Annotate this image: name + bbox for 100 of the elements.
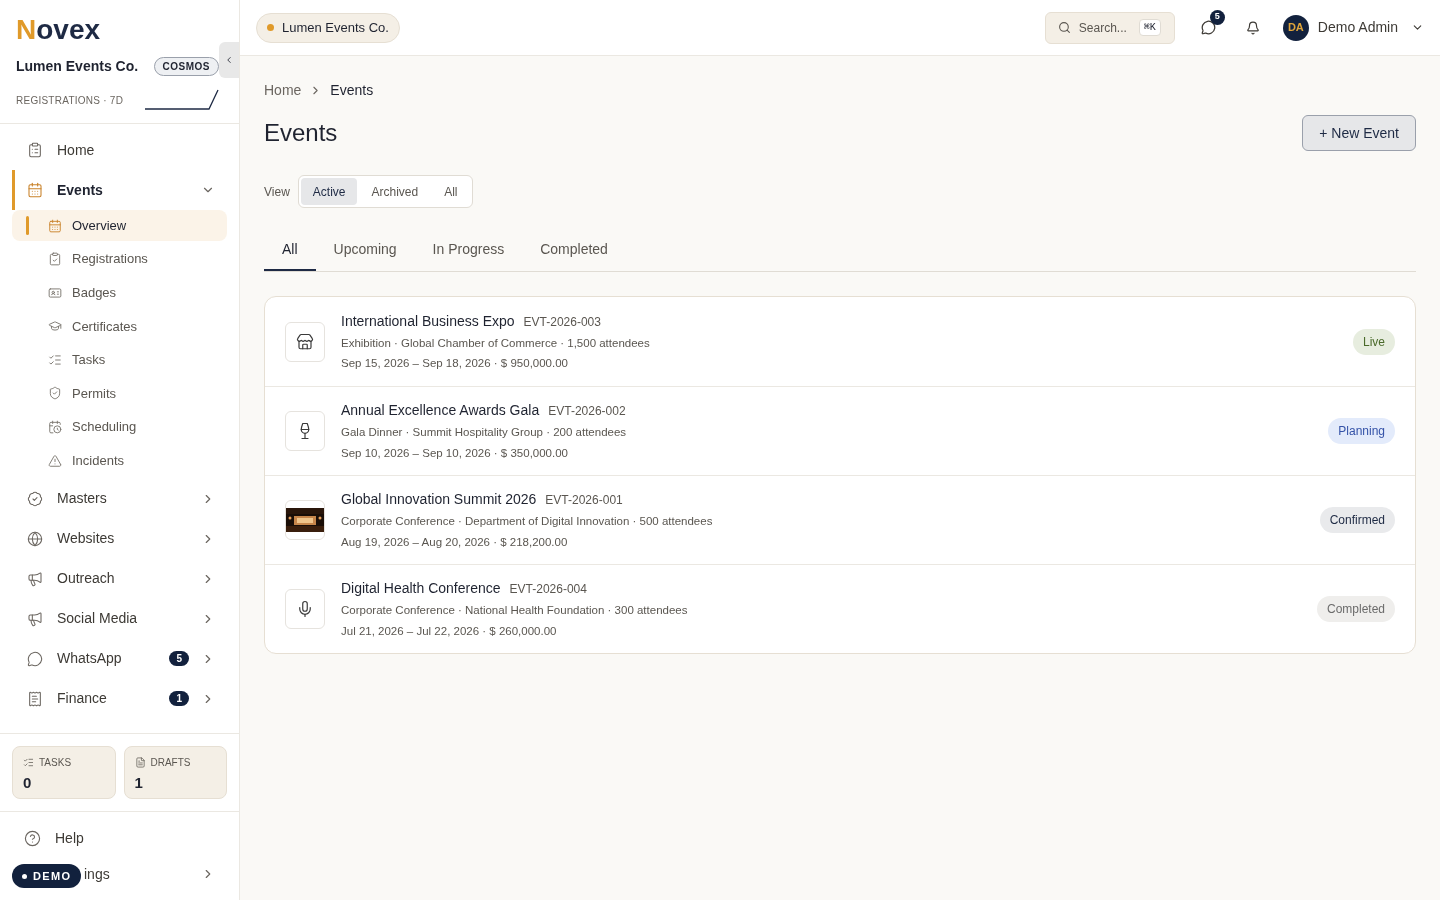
event-details: Gala Dinner · Summit Hospitality Group · 200 attendees: [341, 425, 628, 441]
nav-item[interactable]: Finance 1: [12, 678, 227, 719]
demo-label: DEMO: [33, 868, 72, 884]
nav-label: Masters: [57, 489, 107, 509]
event-dates: Sep 15, 2026 – Sep 18, 2026 · $ 950,000.00: [341, 356, 569, 371]
bell-icon: [1245, 20, 1260, 35]
plan-label: COSMOS: [153, 57, 219, 76]
event-code: EVT-2026-003: [523, 313, 601, 331]
globe-icon: [27, 530, 43, 547]
subnav-label: Overview: [72, 216, 127, 235]
workspace-chip[interactable]: Lumen Events Co.: [256, 12, 400, 43]
chat-icon: [1201, 20, 1217, 35]
nav-label: ings: [84, 864, 110, 884]
subnav-label: Permits: [72, 384, 117, 403]
event-title: Global Innovation Summit 2026: [341, 490, 537, 510]
view-option[interactable]: All: [432, 178, 470, 205]
event-dates: Aug 19, 2026 – Aug 20, 2026 · $ 218,200.00: [341, 534, 569, 550]
breadcrumb-current: Events: [330, 81, 374, 100]
subnav-label: Incidents: [72, 451, 125, 470]
chevron-left-icon: [224, 55, 234, 65]
event-code: EVT-2026-001: [545, 492, 623, 510]
subnav-item[interactable]: Scheduling: [12, 411, 227, 443]
event-title: Annual Excellence Awards Gala: [341, 401, 540, 421]
tab[interactable]: In Progress: [414, 229, 523, 271]
event-code: EVT-2026-002: [548, 403, 626, 421]
microphone-icon: [296, 600, 314, 618]
calendar-icon: [27, 182, 43, 198]
count-badge: 5: [1209, 9, 1225, 25]
graduation-cap-icon: [48, 319, 62, 334]
nav-label: Home: [57, 140, 95, 160]
status-label: Live: [1353, 328, 1395, 355]
status-label: Completed: [1316, 596, 1395, 622]
event-row[interactable]: Annual Excellence Awards Gala EVT-2026-002 Gala Dinner · Summit Hospitality Group · 200 attendees Sep 10, 2026 – Sep 10, 2026 · $ 350,000.00 Planning: [265, 386, 1415, 475]
new-event-button[interactable]: + New Event: [1302, 115, 1416, 151]
tab[interactable]: Upcoming: [315, 229, 415, 271]
nav-label: Events: [57, 180, 103, 200]
status-label: Confirmed: [1319, 507, 1395, 533]
view-option[interactable]: Archived: [359, 178, 431, 205]
nav-item[interactable]: Outreach: [12, 558, 227, 599]
subnav-item[interactable]: Badges: [12, 277, 227, 309]
subnav-label: Scheduling: [72, 418, 137, 437]
help-icon: [24, 829, 41, 847]
stat-label: DRAFTS: [150, 756, 191, 770]
nav-item[interactable]: Home: [12, 130, 227, 170]
view-label: View: [264, 183, 290, 201]
tab[interactable]: All: [264, 229, 316, 271]
nav-item[interactable]: Websites: [12, 518, 227, 559]
clipboard-icon: [27, 142, 43, 158]
nav-label: WhatsApp: [57, 649, 122, 669]
badge-icon: [27, 490, 43, 507]
calendar-clock-icon: [48, 420, 62, 435]
event-dates: Jul 21, 2026 – Jul 22, 2026 · $ 260,000.00: [341, 623, 558, 639]
calendar-icon: [48, 218, 62, 233]
subnav-item[interactable]: Overview: [12, 210, 227, 241]
avatar: DA: [1282, 14, 1309, 41]
event-row[interactable]: International Business Expo EVT-2026-003 Exhibition · Global Chamber of Commerce · 1,500 attendees Sep 15, 2026 – Sep 18, 2026 · $ 950,000.00 Live: [265, 297, 1415, 386]
tab[interactable]: Completed: [522, 229, 626, 271]
stat-label: TASKS: [39, 756, 72, 770]
user-menu[interactable]: DA Demo Admin: [1282, 14, 1424, 41]
nav-item[interactable]: Help: [24, 820, 227, 856]
subnav-item[interactable]: Certificates: [12, 310, 227, 342]
id-card-icon: [48, 285, 62, 300]
search-icon: [1057, 21, 1071, 34]
nav-label: Help: [55, 828, 84, 848]
megaphone-icon: [27, 570, 43, 587]
booth-icon: [296, 332, 314, 351]
subnav-label: Certificates: [72, 317, 138, 336]
nav-item[interactable]: ings: [84, 856, 227, 892]
nav-label: Websites: [57, 529, 115, 549]
nav-label: Outreach: [57, 569, 115, 589]
nav-label: Social Media: [57, 609, 138, 629]
subnav-item[interactable]: Tasks: [12, 344, 227, 376]
document-icon: [134, 757, 146, 768]
checklist-icon: [48, 352, 62, 367]
nav-item[interactable]: WhatsApp 5: [12, 638, 227, 679]
list-icon: [48, 252, 62, 267]
chat-icon: [27, 650, 43, 667]
nav-label: Finance: [57, 689, 107, 709]
metric-label: REGISTRATIONS · 7D: [16, 93, 124, 108]
shield-icon: [48, 386, 62, 401]
count-badge: 5: [169, 651, 189, 667]
event-row[interactable]: Global Innovation Summit 2026 EVT-2026-001 Corporate Conference · Department of Digital Innovation · 500 attendees Aug 19, 2026 – Aug 20, 2026 · $ 218,200.00 Confirmed: [265, 475, 1415, 564]
megaphone-icon: [27, 610, 43, 627]
subnav-label: Registrations: [72, 250, 148, 269]
view-option[interactable]: Active: [300, 178, 358, 205]
stat-value: 1: [134, 773, 144, 793]
event-dates: Sep 10, 2026 – Sep 10, 2026 · $ 350,000.00: [341, 445, 569, 461]
breadcrumb-link[interactable]: Home: [264, 80, 302, 101]
nav-item[interactable]: Masters: [12, 478, 227, 519]
event-row[interactable]: Digital Health Conference EVT-2026-004 Corporate Conference · National Health Foundation · 300 attendees Jul 21, 2026 – Jul 22, 2026 · $ 260,000.00 Completed: [265, 564, 1415, 653]
nav-item[interactable]: Social Media: [12, 598, 227, 639]
warning-icon: [48, 453, 62, 468]
subnav-item[interactable]: Incidents: [12, 445, 227, 477]
subnav-item[interactable]: Permits: [12, 377, 227, 409]
search-field[interactable]: Search...: [1078, 18, 1131, 37]
event-details: Exhibition · Global Chamber of Commerce · 1,500 attendees: [341, 335, 651, 351]
subnav-label: Tasks: [72, 351, 106, 370]
stat-value: 0: [23, 773, 33, 793]
subnav-item[interactable]: Registrations: [12, 243, 227, 275]
active-indicator: [26, 216, 29, 235]
